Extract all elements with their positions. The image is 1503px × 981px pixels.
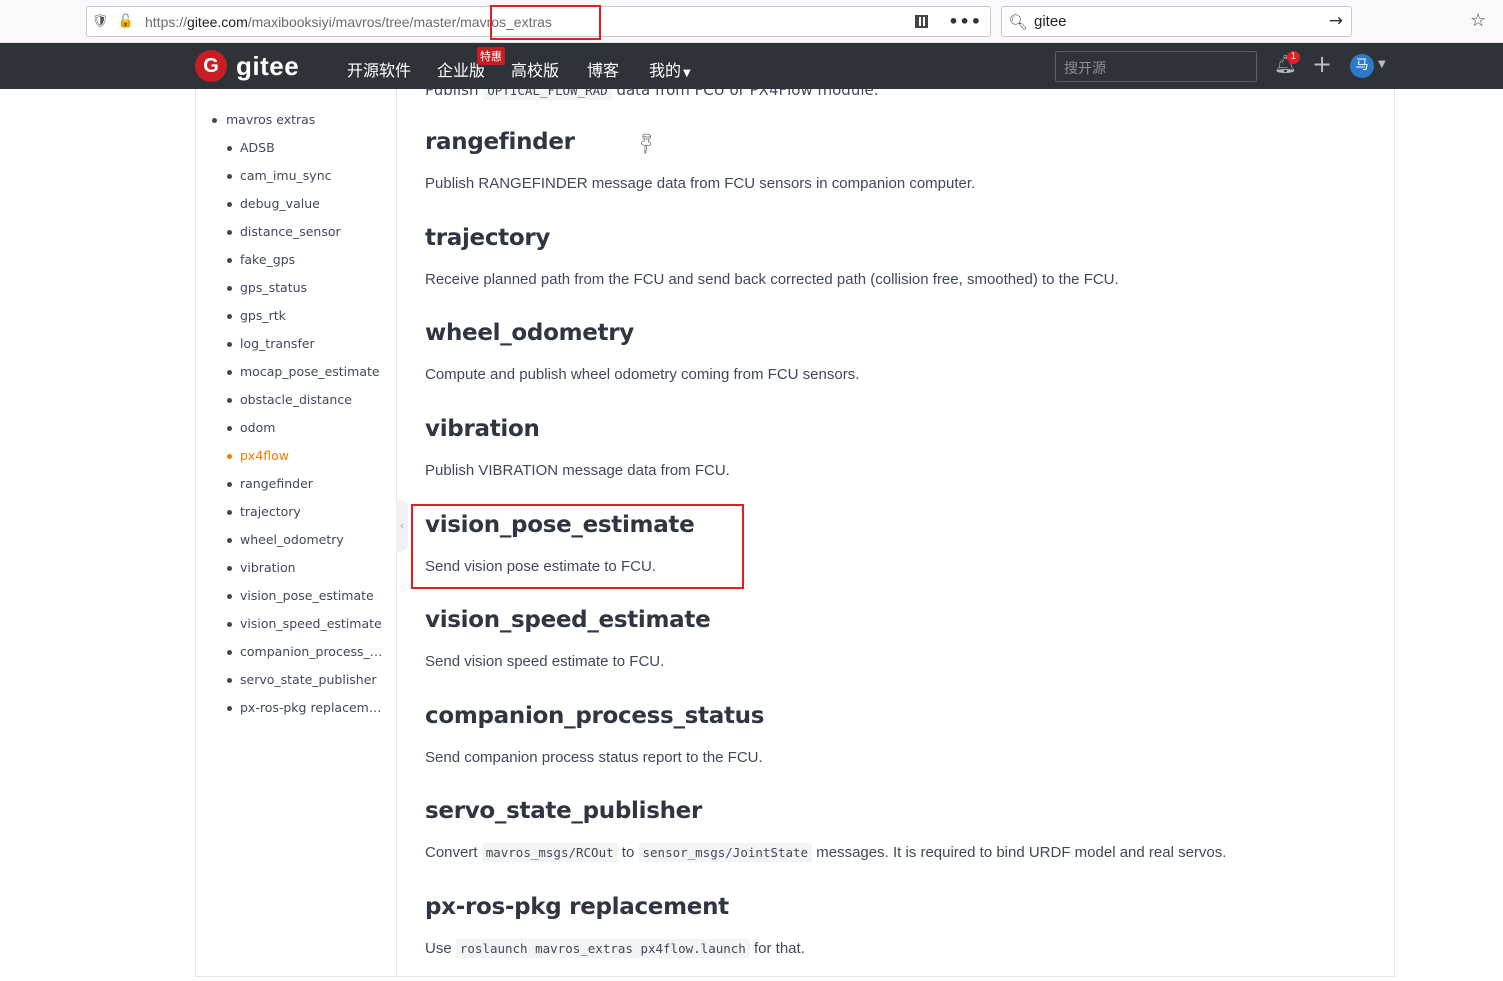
- section-description: Compute and publish wheel odometry comin…: [425, 366, 860, 383]
- toc-item[interactable]: debug_value: [227, 196, 387, 224]
- toc-item[interactable]: trajectory: [227, 504, 387, 532]
- browser-search-value[interactable]: gitee: [1034, 13, 1067, 30]
- section-px-ros-pkg-replacement: px-ros-pkg replacement Use roslaunch mav…: [425, 894, 805, 958]
- section-trajectory: trajectory Receive planned path from the…: [425, 225, 1119, 288]
- toc-item[interactable]: cam_imu_sync: [227, 168, 387, 196]
- gitee-logo-text: gitee: [236, 50, 300, 81]
- gitee-logo-icon: G: [195, 50, 227, 82]
- plus-icon[interactable]: +: [1312, 50, 1332, 78]
- section-title: companion_process_status: [425, 703, 765, 729]
- nav-education[interactable]: 高校版: [511, 57, 559, 81]
- px4flow-description: Publish OPTICAL_FLOW_RAD data from FCU o…: [425, 89, 879, 100]
- toc-sidebar: mavros extras ADSB cam_imu_sync debug_valu…: [196, 89, 397, 976]
- toc-root-item[interactable]: mavros extras: [212, 112, 315, 127]
- bookmark-star-icon[interactable]: ☆: [1470, 10, 1486, 31]
- url-highlight-box: [490, 5, 601, 40]
- section-title: trajectory: [425, 225, 551, 251]
- section-title: rangefinder: [425, 129, 575, 155]
- toc-item[interactable]: odom: [227, 420, 387, 448]
- section-vision-speed-estimate: vision_speed_estimate Send vision speed …: [425, 607, 711, 670]
- shield-icon[interactable]: 🛡: [87, 7, 113, 36]
- toc-item[interactable]: wheel_odometry: [227, 532, 387, 560]
- toc-item[interactable]: px4flow: [227, 448, 387, 476]
- toc-item[interactable]: companion_process_s...: [227, 644, 387, 672]
- section-title: servo_state_publisher: [425, 798, 703, 824]
- notification-count-badge: 1: [1287, 51, 1300, 64]
- section-description: Send vision speed estimate to FCU.: [425, 653, 665, 670]
- readme-container: mavros extras ADSB cam_imu_sync debug_valu…: [195, 89, 1395, 977]
- avatar-chevron-down-icon[interactable]: ▼: [1378, 59, 1386, 70]
- section-title: wheel_odometry: [425, 320, 634, 346]
- go-arrow-icon[interactable]: →: [1329, 11, 1343, 31]
- toc-item[interactable]: mocap_pose_estimate: [227, 364, 387, 392]
- nav-open-source[interactable]: 开源软件: [347, 57, 411, 81]
- toc-item[interactable]: vibration: [227, 560, 387, 588]
- toc-item[interactable]: px-ros-pkg replaceme...: [227, 700, 387, 728]
- toc-item[interactable]: gps_status: [227, 280, 387, 308]
- toc-item[interactable]: vision_pose_estimate: [227, 588, 387, 616]
- chevron-down-icon: ▼: [683, 68, 691, 79]
- section-description: Publish VIBRATION message data from FCU.: [425, 462, 730, 479]
- sidebar-collapse-handle[interactable]: ‹: [396, 500, 408, 552]
- section-title: vibration: [425, 416, 540, 442]
- section-vibration: vibration Publish VIBRATION message data…: [425, 416, 730, 479]
- section-description: Use roslaunch mavros_extras px4flow.laun…: [425, 939, 805, 958]
- browser-search-box[interactable]: 🔍︎ gitee →: [1001, 6, 1352, 37]
- browser-toolbar: 🛡 🔓 https://gitee.com/maxibooksiyi/mavro…: [0, 0, 1503, 43]
- enterprise-promo-badge: 特惠: [477, 47, 505, 65]
- toc-item[interactable]: distance_sensor: [227, 224, 387, 252]
- toc-item[interactable]: obstacle_distance: [227, 392, 387, 420]
- toc-item[interactable]: rangefinder: [227, 476, 387, 504]
- toc-item[interactable]: ADSB: [227, 140, 387, 168]
- section-servo-state-publisher: servo_state_publisher Convert mavros_msg…: [425, 798, 1227, 862]
- toc-list: ADSB cam_imu_sync debug_value distance_sens…: [227, 140, 387, 728]
- gitee-logo[interactable]: G gitee: [195, 50, 299, 82]
- site-header: G gitee 开源软件 企业版 特惠 高校版 博客 我的 ▼ 搜开源 🔔︎ 1 …: [0, 43, 1503, 89]
- toc-item[interactable]: servo_state_publisher: [227, 672, 387, 700]
- section-description: Receive planned path from the FCU and se…: [425, 271, 1119, 288]
- section-highlight-box: [411, 504, 744, 589]
- section-title: vision_speed_estimate: [425, 607, 711, 633]
- search-icon: 🔍︎: [1008, 12, 1028, 31]
- toc-item[interactable]: gps_rtk: [227, 308, 387, 336]
- section-companion-process-status: companion_process_status Send companion …: [425, 703, 764, 766]
- section-description: Convert mavros_msgs/RCOut to sensor_msgs…: [425, 843, 1227, 862]
- section-wheel-odometry: wheel_odometry Compute and publish wheel…: [425, 320, 859, 383]
- section-description: Publish RANGEFINDER message data from FC…: [425, 175, 976, 192]
- nav-blog[interactable]: 博客: [587, 57, 619, 81]
- more-actions-icon[interactable]: •••: [948, 12, 982, 31]
- section-title: px-ros-pkg replacement: [425, 894, 729, 920]
- avatar[interactable]: 马: [1350, 54, 1374, 78]
- toc-item[interactable]: log_transfer: [227, 336, 387, 364]
- section-rangefinder: rangefinder Publish RANGEFINDER message …: [425, 129, 975, 192]
- site-search-input[interactable]: 搜开源: [1055, 51, 1257, 82]
- section-description: Send companion process status report to …: [425, 749, 763, 766]
- toc-item[interactable]: fake_gps: [227, 252, 387, 280]
- toc-item[interactable]: vision_speed_estimate: [227, 616, 387, 644]
- insecure-lock-icon[interactable]: 🔓: [113, 7, 139, 36]
- nav-mine[interactable]: 我的 ▼: [649, 57, 691, 81]
- qr-code-icon[interactable]: [915, 15, 929, 28]
